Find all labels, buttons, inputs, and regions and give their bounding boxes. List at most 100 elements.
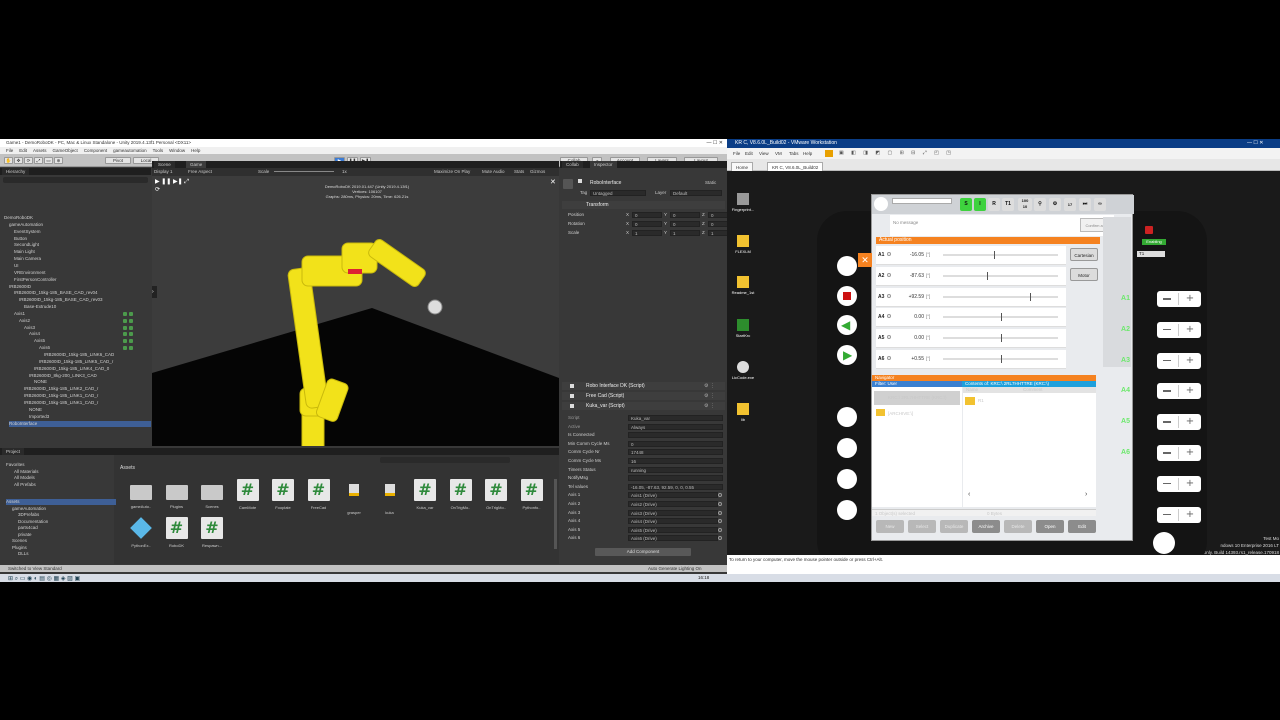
close-hmi-icon[interactable] <box>1145 226 1153 234</box>
component-checkbox[interactable] <box>570 384 574 388</box>
axis-info-icon[interactable] <box>887 252 891 256</box>
asset-item[interactable]: PythonEx.. <box>126 517 156 557</box>
object-name[interactable]: RoboInterface <box>590 180 621 186</box>
hierarchy-item[interactable]: Axis3 <box>24 325 35 331</box>
hierarchy-item[interactable]: FirstPersonController <box>14 277 57 283</box>
visibility-icon[interactable] <box>123 325 127 330</box>
jog-key[interactable]: + <box>1157 352 1201 369</box>
mode-selector[interactable]: T1 <box>1137 251 1165 257</box>
hmi-side-scroll[interactable] <box>1103 217 1131 367</box>
hierarchy-item[interactable]: Axis5 <box>34 338 45 344</box>
transform-tool-icon[interactable]: ⊕ <box>54 157 63 164</box>
hierarchy-item[interactable]: IRB2600ID_15kg-185_BASE_CAD_rev03 <box>19 297 103 303</box>
field-value[interactable]: Axis1 (Drive) <box>628 492 718 499</box>
op-mode-button[interactable]: T1 <box>1002 198 1014 211</box>
kuka-menu-icon[interactable] <box>874 197 888 211</box>
field-value[interactable] <box>628 475 723 482</box>
hierarchy-item[interactable]: IRB2600ID_15kg-185_LINK4_CAD_0 <box>34 366 109 372</box>
menu-assets[interactable]: Assets <box>33 148 47 153</box>
desktop-shortcut[interactable]: StartKrc <box>729 319 757 338</box>
jog-key[interactable]: + <box>1157 291 1201 307</box>
vm-menu-view[interactable]: View <box>759 148 769 159</box>
asset-item[interactable]: kuka <box>375 479 405 519</box>
pick-icon[interactable] <box>129 346 133 351</box>
favorites-item[interactable]: Favorites <box>6 462 25 468</box>
field-value[interactable]: Axis4 (Drive) <box>628 518 718 525</box>
assets-tree-item[interactable]: Assets <box>6 499 116 505</box>
field-value[interactable]: 17448 <box>628 449 723 456</box>
pivot-button[interactable]: Pivot <box>105 157 131 164</box>
drives-button[interactable]: I <box>974 198 986 211</box>
axis-info-icon[interactable] <box>887 356 891 360</box>
field-value[interactable]: 16 <box>628 458 723 464</box>
hierarchy-item[interactable]: SecondLight <box>14 242 39 248</box>
hierarchy-item[interactable]: EventSystem <box>14 229 41 235</box>
robot-interpreter-button[interactable]: R <box>988 198 1000 211</box>
hierarchy-item[interactable]: IRB2600ID_8kg-200_LINK3_CAD <box>29 373 97 379</box>
hierarchy-item[interactable]: NONE <box>34 379 47 385</box>
pen-icon[interactable] <box>837 256 857 276</box>
vm-pause-icon[interactable] <box>825 150 833 157</box>
row-r1[interactable]: R1 <box>978 398 984 403</box>
hw-button-4[interactable] <box>837 500 857 520</box>
stop-icon[interactable] <box>837 286 857 306</box>
tab-collab[interactable]: Collab <box>562 161 583 168</box>
desktop-shortcut[interactable]: Fingerprint... <box>729 193 757 212</box>
object-picker-icon[interactable] <box>718 527 722 532</box>
axis-info-icon[interactable] <box>887 314 891 319</box>
tab-inspector[interactable]: Inspector <box>590 161 617 168</box>
jog-key[interactable]: + <box>1157 475 1201 492</box>
component-settings-icon[interactable]: ⚙ ⋮ <box>704 403 715 409</box>
menu-gameautomation[interactable]: gameautomation <box>113 148 147 153</box>
submit-interpreter-button[interactable]: S <box>960 198 972 211</box>
menu-file[interactable]: File <box>6 148 13 153</box>
asset-item[interactable]: # CamMote <box>233 479 263 519</box>
project-scrollbar[interactable] <box>554 479 557 549</box>
add-component-button[interactable]: Add Component <box>595 548 691 556</box>
visibility-icon[interactable] <box>123 339 127 344</box>
jog-key[interactable]: + <box>1157 506 1201 523</box>
asset-item[interactable]: grasper <box>339 479 369 519</box>
hierarchy-item[interactable]: IRB2600ID_15kg-185_LINK5_CAD_r <box>39 359 113 365</box>
hierarchy-item[interactable]: Axis6 <box>39 345 50 351</box>
favorites-item[interactable]: All Models <box>14 475 35 481</box>
menu-gameobject[interactable]: GameObject <box>53 148 78 153</box>
hierarchy-search[interactable] <box>3 177 148 183</box>
hierarchy-item[interactable]: Imported3 <box>29 414 49 420</box>
kuka-logo-icon[interactable] <box>1153 532 1175 554</box>
jog-key[interactable]: + <box>1157 321 1201 338</box>
step-back-icon[interactable]: ◀ <box>837 315 857 335</box>
assets-tree-item[interactable]: parts4cad <box>18 525 38 531</box>
assets-breadcrumb[interactable]: Assets <box>120 465 135 471</box>
vm-menu-file[interactable]: File <box>733 148 740 159</box>
field-value[interactable]: Axis6 (Drive) <box>628 535 718 542</box>
pick-icon[interactable] <box>129 332 133 337</box>
axis-info-icon[interactable] <box>887 272 891 277</box>
field-value[interactable]: Kuka_var <box>628 415 723 421</box>
vm-window-controls[interactable]: — ☐ ✕ <box>1247 139 1280 148</box>
hw-button-2[interactable] <box>837 438 857 458</box>
contents-hscroll[interactable]: ‹ › <box>963 491 1096 501</box>
tab-project[interactable]: Project <box>2 448 25 455</box>
assets-tree-item[interactable]: private <box>18 532 32 538</box>
close-window-icon[interactable]: ✕ <box>858 253 872 267</box>
component-header[interactable]: Free Cad (Script) ⚙ ⋮ <box>562 392 725 400</box>
hw-button-1[interactable] <box>837 407 857 427</box>
asset-item[interactable]: Scenes <box>197 479 227 519</box>
start-icon[interactable]: ▶ <box>837 345 857 365</box>
component-header[interactable]: Kuka_var (Script) ⚙ ⋮ <box>562 402 725 410</box>
transform-header[interactable]: Transform <box>562 201 725 209</box>
robot-name-field[interactable] <box>892 198 952 204</box>
field-value[interactable]: -16.05, -87.63, 92.59, 0, 0, 0.55 <box>628 483 723 490</box>
axis-info-icon[interactable] <box>887 293 891 298</box>
transform-y-field[interactable]: 0 <box>670 221 700 227</box>
project-search[interactable] <box>380 457 510 463</box>
hw-button-3[interactable] <box>837 469 857 489</box>
run-mode-icon[interactable]: ⚲ <box>1034 198 1046 211</box>
asset-item[interactable]: Plugins <box>162 479 192 519</box>
asset-item[interactable]: # OnTrigMo.. <box>481 479 511 519</box>
menu-window[interactable]: Window <box>169 148 185 153</box>
object-picker-icon[interactable] <box>718 502 722 506</box>
cartesian-button[interactable]: Cartesian <box>1070 248 1098 261</box>
axis-info-icon[interactable] <box>887 335 891 340</box>
